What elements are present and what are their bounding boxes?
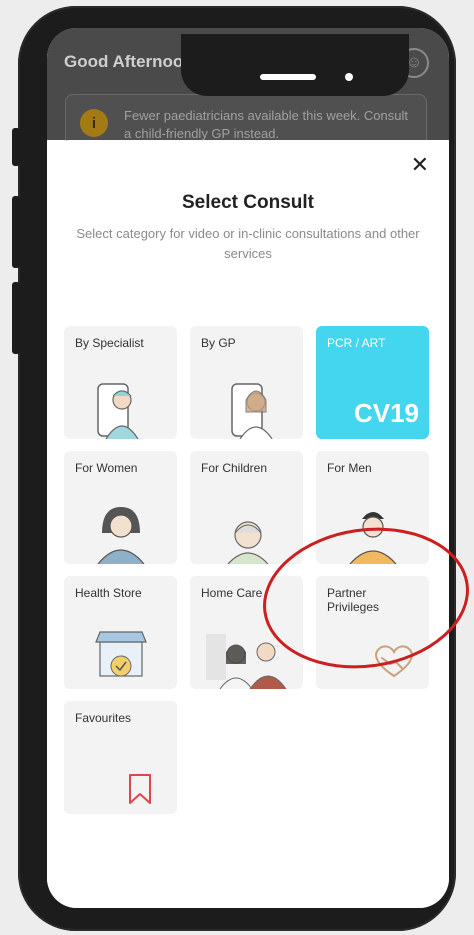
tile-favourites[interactable]: Favourites [64, 701, 177, 814]
volume-up-button [12, 196, 20, 268]
tile-for-children[interactable]: For Children [190, 451, 303, 564]
child-icon [227, 521, 269, 564]
home-care-icon [206, 634, 287, 689]
doctor-gp-icon [231, 383, 273, 439]
doctor-specialist-icon [97, 383, 139, 439]
info-icon: i [80, 109, 108, 137]
tile-for-women[interactable]: For Women [64, 451, 177, 564]
sheet-title: Select Consult [182, 192, 314, 213]
man-icon [349, 512, 397, 564]
close-button[interactable]: ✕ [411, 154, 429, 176]
screen: Good Afternoon ☺ i Fewer paediatricians … [47, 28, 449, 908]
tile-by-specialist[interactable]: By Specialist [64, 326, 177, 439]
tile-health-store[interactable]: Health Store [64, 576, 177, 689]
tile-for-men[interactable]: For Men [316, 451, 429, 564]
tile-partner-privileges[interactable]: Partner Privileges [316, 576, 429, 689]
tile-label: PCR / ART [327, 336, 386, 350]
cv19-badge: CV19 [353, 398, 419, 428]
tile-by-gp[interactable]: By GP [190, 326, 303, 439]
sheet-subtitle: Select category for video or in-clinic c… [76, 226, 420, 261]
bookmark-icon [129, 774, 151, 804]
volume-down-button [12, 282, 20, 354]
tile-home-care[interactable]: Home Care [190, 576, 303, 689]
woman-icon [97, 507, 145, 564]
greeting-text: Good Afternoon [64, 52, 194, 71]
store-icon [95, 631, 147, 677]
select-consult-sheet: ✕ Select Consult Select category for vid… [47, 140, 449, 908]
mute-switch [12, 128, 20, 166]
speaker-icon [260, 74, 316, 80]
camera-icon [345, 73, 353, 81]
handshake-heart-icon [375, 645, 413, 678]
notice-text: Fewer paediatricians available this week… [124, 108, 408, 141]
tile-pcr-art[interactable]: PCR / ART CV19 [316, 326, 429, 439]
phone-notch [181, 34, 409, 96]
